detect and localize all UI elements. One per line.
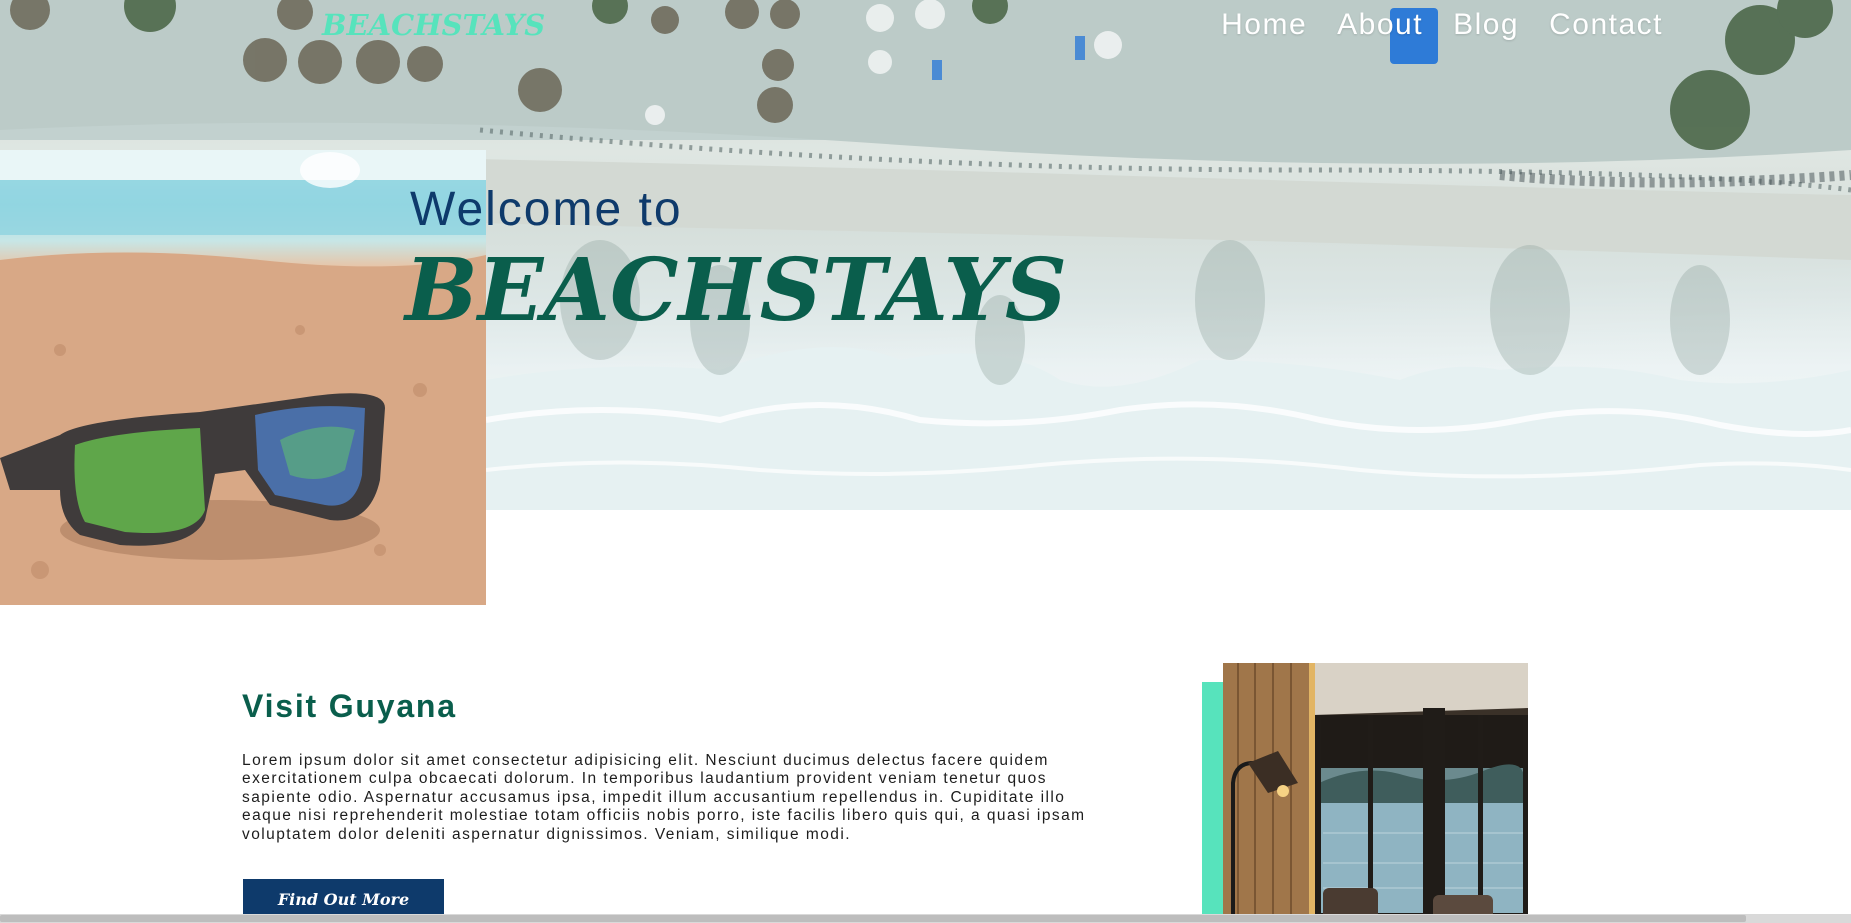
nav-about-link[interactable]: About [1337, 8, 1423, 42]
section-body: Lorem ipsum dolor sit amet consectetur a… [242, 752, 1086, 843]
image-accent-bar [1202, 682, 1224, 923]
main-nav: Home About Blog Contact [1221, 8, 1663, 42]
hero-title: BEACHSTAYS [405, 240, 1068, 341]
nav-contact-link[interactable]: Contact [1549, 8, 1663, 42]
brand-logo[interactable]: BEACHSTAYS [322, 8, 545, 42]
find-out-more-button[interactable]: Find Out More [243, 879, 444, 919]
nav-blog-link[interactable]: Blog [1453, 8, 1519, 42]
hero-welcome-text: Welcome to [410, 183, 683, 236]
section-title: Visit Guyana [242, 688, 457, 724]
lakeside-room-image [1223, 663, 1528, 923]
horizontal-scrollbar-thumb[interactable] [0, 915, 1746, 922]
nav-home-link[interactable]: Home [1221, 8, 1307, 42]
